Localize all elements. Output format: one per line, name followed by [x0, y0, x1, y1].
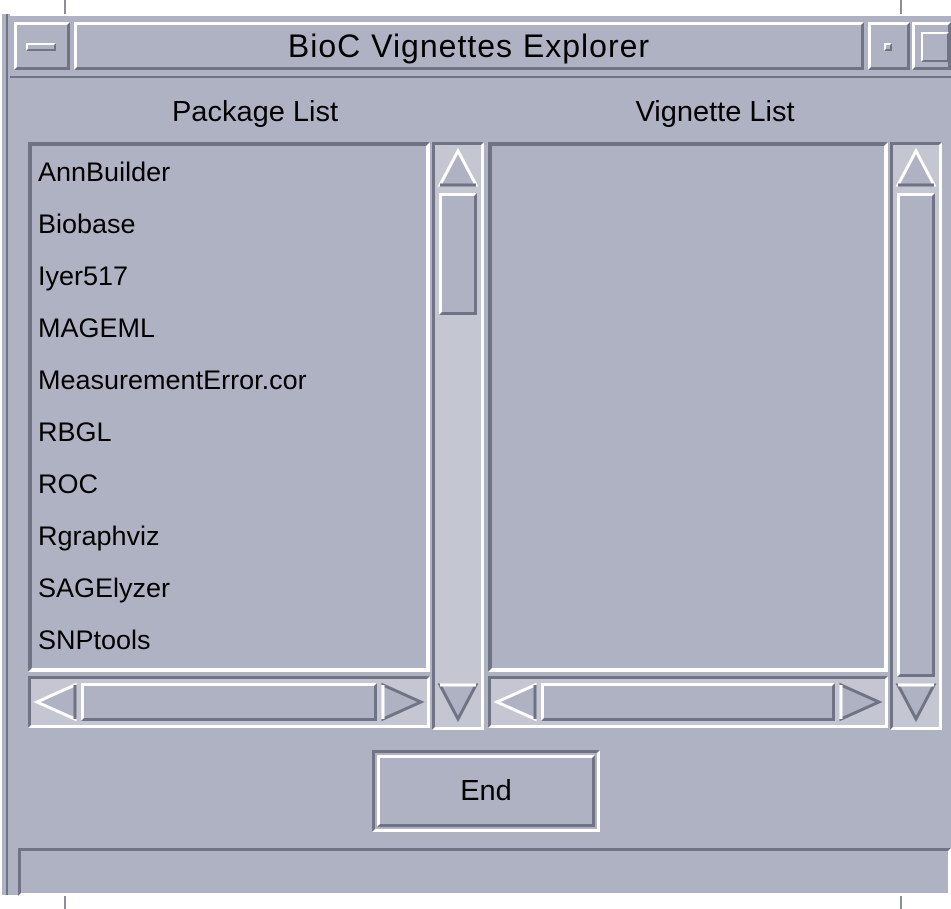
arrow-right-icon[interactable]	[379, 681, 425, 723]
arrow-right-icon[interactable]	[837, 681, 883, 723]
arrow-down-icon[interactable]	[437, 681, 479, 723]
window-frame-left[interactable]	[0, 14, 8, 909]
arrow-down-icon[interactable]	[895, 681, 937, 723]
maximize-button[interactable]	[912, 22, 951, 70]
package-hscrollbar[interactable]	[28, 676, 430, 728]
package-list-item[interactable]: ROC	[32, 458, 426, 510]
minimize-icon	[884, 43, 892, 51]
arrow-up-icon[interactable]	[895, 147, 937, 189]
end-button[interactable]: End	[377, 755, 595, 827]
package-list-item[interactable]: SAGElyzer	[32, 562, 426, 614]
window-frame-bottom[interactable]	[0, 895, 951, 909]
vignette-list-header: Vignette List	[635, 96, 795, 128]
package-list-item[interactable]: Biobase	[32, 198, 426, 250]
package-listbox[interactable]: AnnBuilder Biobase Iyer517 MAGEML Measur…	[28, 142, 430, 672]
vignette-listbox[interactable]	[488, 142, 888, 672]
window-frame-top[interactable]	[0, 0, 951, 14]
package-list-item[interactable]: SNPtools	[32, 614, 426, 666]
vignette-hscroll-thumb[interactable]	[541, 683, 835, 721]
arrow-left-icon[interactable]	[33, 681, 79, 723]
arrow-up-icon[interactable]	[437, 147, 479, 189]
package-vscrollbar[interactable]	[432, 142, 484, 730]
vignette-vscrollbar[interactable]	[890, 142, 942, 730]
end-button-frame: End	[372, 750, 600, 832]
title-bar[interactable]: BioC Vignettes Explorer	[10, 14, 951, 78]
window-title[interactable]: BioC Vignettes Explorer	[74, 22, 864, 70]
package-list-header: Package List	[171, 96, 339, 128]
maximize-icon	[921, 32, 949, 62]
package-vscroll-thumb[interactable]	[439, 193, 477, 315]
window-menu-icon	[26, 43, 56, 51]
package-list-item[interactable]: Iyer517	[32, 250, 426, 302]
window-menu-button[interactable]	[14, 22, 70, 70]
package-list-item[interactable]: RBGL	[32, 406, 426, 458]
vignette-hscrollbar[interactable]	[488, 676, 888, 728]
package-list-item[interactable]: MeasurementError.cor	[32, 354, 426, 406]
app-window: BioC Vignettes Explorer Package List Vig…	[0, 0, 951, 909]
package-hscroll-thumb[interactable]	[81, 683, 377, 721]
minimize-button[interactable]	[868, 22, 910, 70]
vignette-vscroll-thumb[interactable]	[897, 193, 935, 677]
status-bar	[18, 848, 951, 896]
arrow-left-icon[interactable]	[493, 681, 539, 723]
package-list-item[interactable]: AnnBuilder	[32, 146, 426, 198]
package-list-item[interactable]: Rgraphviz	[32, 510, 426, 562]
package-list-item[interactable]: MAGEML	[32, 302, 426, 354]
